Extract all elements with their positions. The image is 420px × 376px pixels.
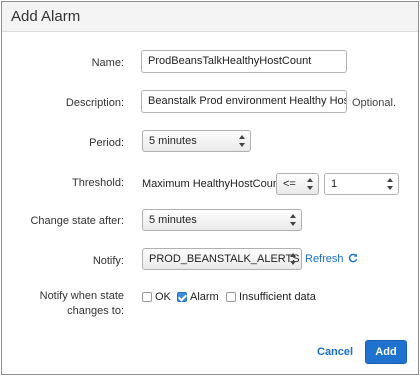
updown-arrows-icon bbox=[290, 253, 296, 265]
notify-select-value: PROD_BEANSTALK_ALERTS bbox=[149, 253, 300, 265]
notify-when-label-line1: Notify when state bbox=[39, 290, 124, 302]
optional-hint: Optional. bbox=[352, 97, 397, 109]
add-button[interactable]: Add bbox=[365, 340, 407, 364]
name-label: Name: bbox=[91, 57, 124, 69]
threshold-label: Threshold: bbox=[72, 177, 124, 189]
refresh-link[interactable]: Refresh bbox=[305, 253, 358, 265]
ok-checkbox-label: OK bbox=[155, 291, 171, 303]
threshold-operator-value: <= bbox=[283, 178, 296, 190]
updown-arrows-icon bbox=[307, 178, 313, 190]
threshold-value: 1 bbox=[331, 178, 338, 190]
alarm-checkbox-label: Alarm bbox=[190, 291, 219, 303]
description-field[interactable]: Beanstalk Prod environment Healthy Host … bbox=[141, 90, 347, 113]
dialog-title: Add Alarm bbox=[11, 8, 81, 25]
threshold-operator-select[interactable]: <= bbox=[276, 173, 319, 195]
period-select[interactable]: 5 minutes bbox=[142, 130, 251, 152]
insufficient-data-checkbox[interactable] bbox=[226, 292, 236, 302]
refresh-icon bbox=[348, 253, 357, 263]
refresh-label: Refresh bbox=[305, 253, 344, 265]
updown-arrows-icon bbox=[290, 214, 296, 226]
notify-label: Notify: bbox=[92, 255, 124, 267]
name-field[interactable]: ProdBeansTalkHealthyHostCount bbox=[141, 50, 347, 73]
insufficient-data-checkbox-label: Insufficient data bbox=[239, 291, 316, 303]
notify-when-label-line2: changes to: bbox=[67, 305, 124, 317]
cancel-button[interactable]: Cancel bbox=[317, 346, 353, 358]
notify-select[interactable]: PROD_BEANSTALK_ALERTS bbox=[142, 248, 302, 270]
period-label: Period: bbox=[89, 137, 124, 149]
change-state-select-value: 5 minutes bbox=[149, 214, 197, 226]
threshold-metric: Maximum HealthyHostCount bbox=[142, 178, 282, 190]
updown-arrows-icon bbox=[239, 135, 245, 147]
add-alarm-dialog: Add Alarm Name: ProdBeansTalkHealthyHost… bbox=[1, 1, 419, 375]
change-state-label: Change state after: bbox=[30, 215, 124, 227]
change-state-select[interactable]: 5 minutes bbox=[142, 209, 302, 231]
threshold-value-stepper[interactable]: 1 bbox=[324, 173, 399, 195]
dialog-header: Add Alarm bbox=[2, 2, 418, 32]
period-select-value: 5 minutes bbox=[149, 135, 197, 147]
stepper-arrows-icon[interactable] bbox=[387, 178, 393, 190]
ok-checkbox[interactable] bbox=[142, 292, 152, 302]
description-label: Description: bbox=[65, 97, 124, 109]
alarm-checkbox[interactable] bbox=[177, 292, 187, 302]
